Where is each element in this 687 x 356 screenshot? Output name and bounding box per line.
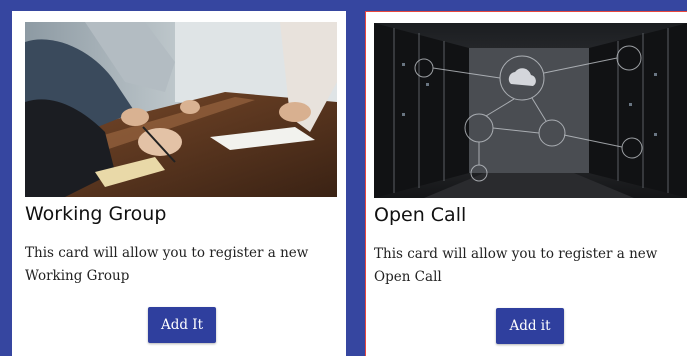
add-working-group-button[interactable]: Add It: [148, 307, 216, 343]
card-title: Working Group: [25, 203, 167, 225]
open-call-image: [374, 23, 687, 198]
add-open-call-button[interactable]: Add it: [496, 308, 564, 344]
card-working-group: Working Group This card will allow you t…: [12, 11, 346, 356]
card-description: This card will allow you to register a n…: [25, 245, 309, 284]
card-open-call: Open Call This card will allow you to re…: [365, 11, 687, 356]
card-title: Open Call: [374, 204, 467, 226]
working-group-image: [25, 22, 337, 197]
card-description: This card will allow you to register a n…: [374, 246, 658, 285]
